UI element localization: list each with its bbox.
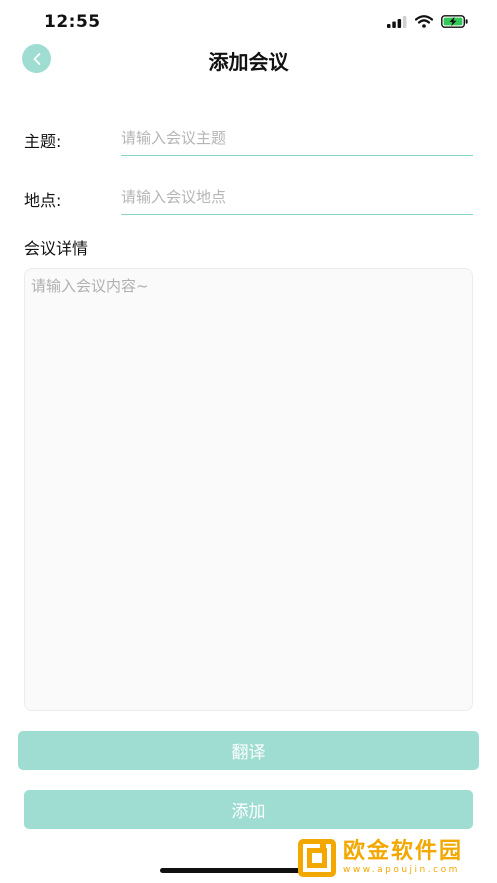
- battery-charging-icon: [441, 15, 468, 28]
- watermark-text: 欧金软件园 www.apoujin.com: [343, 840, 463, 876]
- subject-input[interactable]: [121, 120, 473, 156]
- watermark-main: 欧金软件园: [343, 839, 464, 864]
- nav-bar: 添加会议: [0, 40, 497, 80]
- translate-button[interactable]: 翻译: [18, 731, 479, 770]
- wifi-icon: [415, 15, 433, 28]
- watermark-logo-icon: [298, 839, 336, 877]
- location-label: 地点:: [24, 191, 62, 210]
- subject-label: 主题:: [24, 132, 62, 151]
- subject-row: 主题:: [24, 120, 473, 160]
- add-button[interactable]: 添加: [24, 790, 473, 829]
- watermark: 欧金软件园 www.apoujin.com: [297, 836, 493, 880]
- status-bar: 12:55: [0, 0, 497, 44]
- location-row: 地点:: [24, 179, 473, 219]
- page-title: 添加会议: [208, 50, 289, 74]
- status-time: 12:55: [44, 12, 101, 32]
- details-textarea[interactable]: [24, 268, 473, 711]
- signal-icon: [387, 15, 407, 28]
- details-label: 会议详情: [24, 239, 89, 258]
- location-input[interactable]: [121, 179, 473, 215]
- status-icons: [387, 15, 469, 28]
- watermark-sub: www.apoujin.com: [343, 865, 460, 875]
